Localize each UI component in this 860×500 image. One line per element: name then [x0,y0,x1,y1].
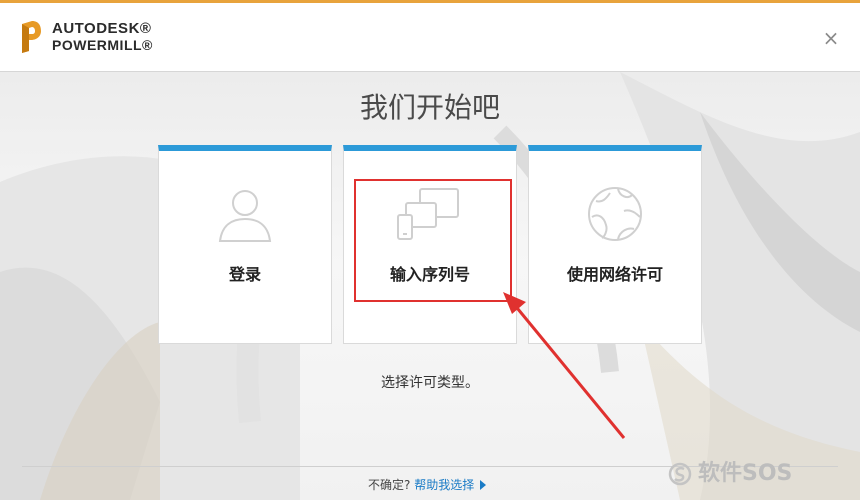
watermark-logo-icon [668,462,692,486]
license-type-instruction: 选择许可类型。 [381,375,479,391]
watermark: 软件SOS [668,455,792,487]
watermark-text: 软件SOS [698,461,793,486]
help-prompt: 不确定? [368,478,411,492]
chevron-right-icon[interactable] [480,480,487,490]
annotation-arrow [503,292,626,439]
help-me-choose-link[interactable]: 帮助我选择 [414,478,474,492]
footer-help: 不确定? 帮助我选择 [368,476,487,493]
